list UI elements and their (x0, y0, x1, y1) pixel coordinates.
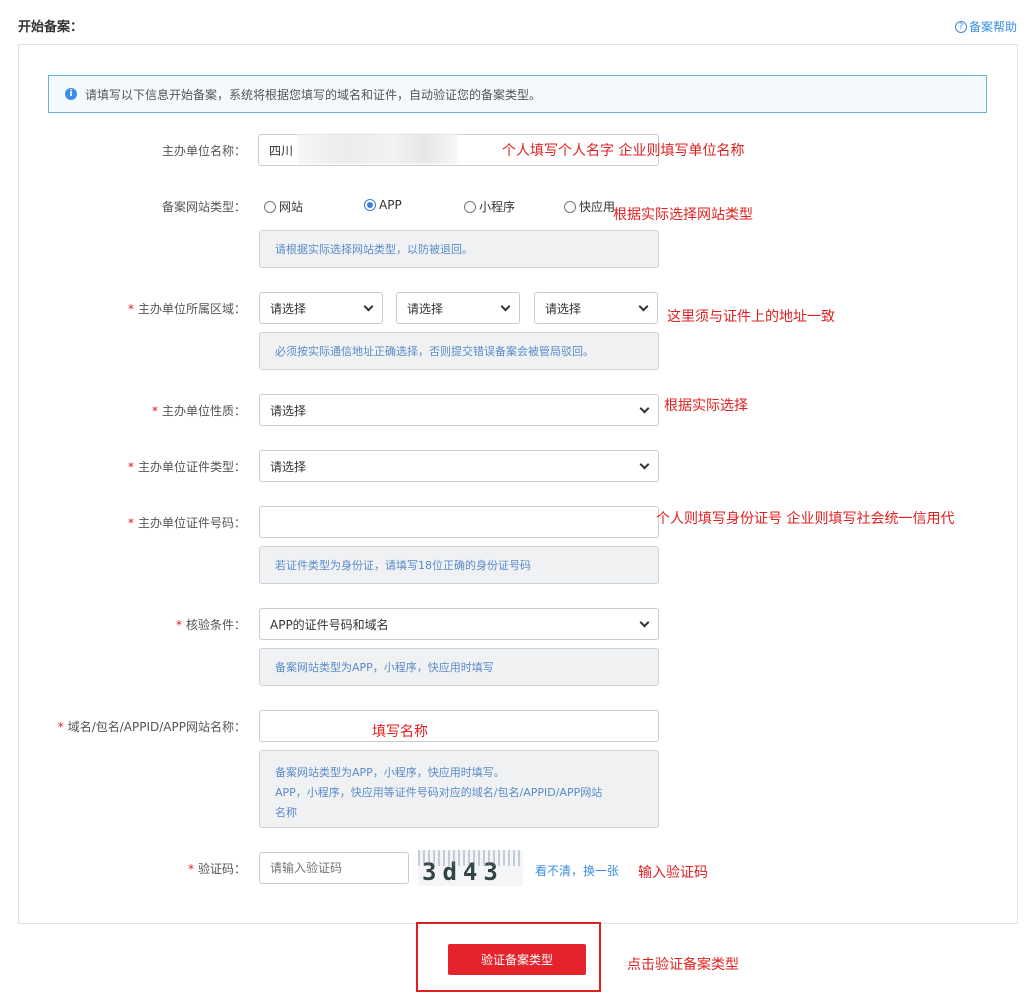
radio-app[interactable]: APP (364, 198, 402, 212)
org-name-label: 主办单位名称： (161, 144, 246, 158)
question-circle-icon: ? (955, 20, 967, 33)
cert-number-label-text: 主办单位证件号码： (137, 516, 246, 530)
domain-hint-line: 名称 (275, 806, 297, 819)
verify-condition-hint: 备案网站类型为APP，小程序，快应用时填写 (259, 648, 659, 686)
help-link[interactable]: ? 备案帮助 (955, 18, 1017, 35)
site-type-annotation: 根据实际选择网站类型 (613, 207, 753, 223)
radio-quick-app-label: 快应用 (579, 200, 616, 214)
chevron-down-icon (639, 459, 650, 469)
domain-label: * 域名/包名/APPID/APP网站名称： (57, 720, 246, 734)
city-value: 请选择 (407, 301, 444, 316)
chevron-down-icon (500, 301, 511, 311)
page-title: 开始备案： (18, 20, 84, 35)
cert-number-annotation: 个人则填写身份证号 企业则填写社会统一信用代 (656, 511, 955, 527)
radio-website[interactable]: 网站 (264, 198, 303, 215)
verify-condition-label: * 核验条件： (175, 618, 246, 632)
cert-number-hint: 若证件类型为身份证，请填写18位正确的身份证号码 (259, 546, 659, 584)
verify-type-button[interactable]: 验证备案类型 (448, 944, 586, 975)
cert-type-value: 请选择 (270, 459, 307, 474)
domain-input[interactable] (259, 710, 659, 742)
domain-hint-line: APP，小程序，快应用等证件号码对应的域名/包名/APPID/APP网站 (275, 786, 603, 799)
org-name-annotation: 个人填写个人名字 企业则填写单位名称 (502, 143, 745, 159)
domain-hint-line: 备案网站类型为APP，小程序，快应用时填写。 (275, 766, 505, 779)
notice-text: 请填写以下信息开始备案，系统将根据您填写的域名和证件，自动验证您的备案类型。 (85, 87, 542, 102)
cert-type-label: * 主办单位证件类型： (127, 460, 246, 474)
org-nature-label-text: 主办单位性质： (161, 404, 246, 418)
radio-circle (264, 200, 276, 213)
site-type-label: 备案网站类型： (161, 200, 246, 214)
radio-website-label: 网站 (279, 200, 304, 214)
org-nature-label: * 主办单位性质： (151, 404, 246, 418)
radio-mini-program[interactable]: 小程序 (464, 198, 515, 215)
chevron-down-icon (363, 301, 374, 311)
district-select[interactable]: 请选择 (534, 292, 658, 324)
captcha-noise (418, 850, 523, 866)
verify-condition-value: APP的证件号码和域名 (270, 617, 389, 632)
domain-annotation: 填写名称 (372, 724, 428, 740)
radio-app-label: APP (379, 198, 402, 212)
region-annotation: 这里须与证件上的地址一致 (667, 309, 835, 325)
cert-number-input[interactable] (259, 506, 659, 538)
domain-label-text: 域名/包名/APPID/APP网站名称： (67, 720, 246, 734)
region-label-text: 主办单位所属区域： (137, 302, 246, 316)
captcha-image[interactable]: 3d43 (418, 850, 523, 886)
city-select[interactable]: 请选择 (396, 292, 520, 324)
verify-condition-label-text: 核验条件： (185, 618, 246, 632)
submit-annotation: 点击验证备案类型 (627, 957, 739, 973)
captcha-label: * 验证码： (187, 862, 246, 876)
radio-circle-selected (364, 199, 376, 211)
captcha-input[interactable] (259, 852, 409, 884)
radio-circle (564, 200, 576, 213)
chevron-down-icon (639, 403, 650, 413)
redacted-text (298, 134, 458, 164)
radio-circle (464, 200, 476, 213)
cert-type-label-text: 主办单位证件类型： (137, 460, 246, 474)
cert-number-label: * 主办单位证件号码： (127, 516, 246, 530)
cert-type-select[interactable]: 请选择 (259, 450, 659, 482)
captcha-annotation: 输入验证码 (638, 865, 708, 881)
org-nature-value: 请选择 (270, 403, 307, 418)
help-label: 备案帮助 (969, 20, 1018, 34)
chevron-down-icon (639, 617, 650, 627)
chevron-down-icon (638, 301, 649, 311)
info-notice: i 请填写以下信息开始备案，系统将根据您填写的域名和证件，自动验证您的备案类型。 (48, 75, 987, 113)
verify-condition-select[interactable]: APP的证件号码和域名 (259, 608, 659, 640)
org-name-value: 四川 (269, 143, 294, 158)
radio-mini-program-label: 小程序 (479, 200, 516, 214)
captcha-label-text: 验证码： (197, 862, 246, 876)
site-type-hint: 请根据实际选择网站类型，以防被退回。 (259, 230, 659, 268)
domain-hint: 备案网站类型为APP，小程序，快应用时填写。 APP，小程序，快应用等证件号码对… (259, 750, 659, 828)
province-select[interactable]: 请选择 (259, 292, 383, 324)
radio-quick-app[interactable]: 快应用 (564, 198, 615, 215)
province-value: 请选择 (270, 301, 307, 316)
region-hint: 必须按实际通信地址正确选择，否则提交错误备案会被管局驳回。 (259, 332, 659, 370)
org-nature-annotation: 根据实际选择 (664, 398, 748, 414)
district-value: 请选择 (545, 301, 582, 316)
info-icon: i (65, 88, 77, 100)
org-nature-select[interactable]: 请选择 (259, 394, 659, 426)
region-label: * 主办单位所属区域： (127, 302, 246, 316)
captcha-refresh-link[interactable]: 看不清，换一张 (535, 862, 619, 879)
